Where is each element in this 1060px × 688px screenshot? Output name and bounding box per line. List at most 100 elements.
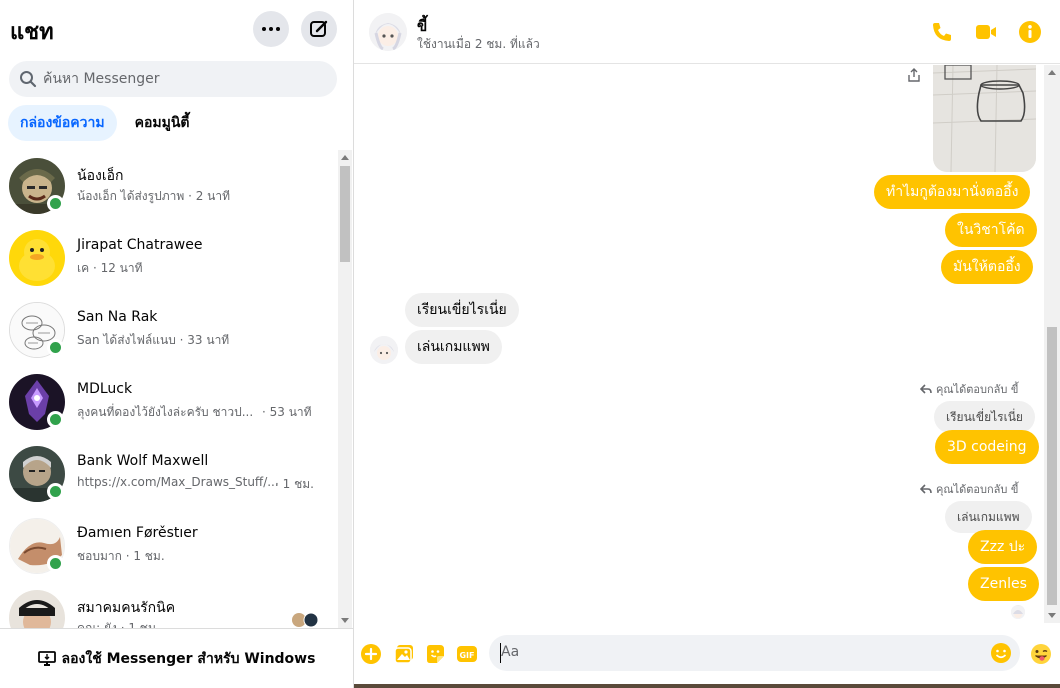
online-indicator [47,483,64,500]
reply-indicator: คุณได้ตอบกลับ ขี้ [920,380,1018,398]
conversation-item[interactable]: Đamıen Førěstıer ชอบมาก · 1 ชม. [0,510,338,582]
message-bubble-outgoing[interactable]: Zzz ปะ [968,530,1038,564]
conversation-time: · 1 ชม. [275,477,314,491]
conversation-preview: น้องเอ็ก ได้ส่งรูปภาพ · 2 นาที [77,189,231,203]
conversation-name: Jirapat Chatrawee [77,237,203,253]
online-indicator [47,339,64,356]
scroll-up-arrow-icon[interactable] [341,155,349,160]
conversation-item[interactable]: Bank Wolf Maxwell https://x.com/Max_Draw… [0,438,338,510]
attach-photo-button[interactable] [393,643,415,665]
conversation-list: น้องเอ็ก น้องเอ็ก ได้ส่งรูปภาพ · 2 นาที … [0,150,338,628]
new-message-button[interactable] [301,11,337,47]
quick-reaction-button[interactable] [1030,643,1052,665]
conversation-name: San Na Rak [77,309,158,325]
info-icon [1019,21,1041,43]
conversation-preview: เค · 12 นาที [77,261,143,275]
conversation-item[interactable]: San Na Rak San ได้ส่งไฟล์แนบ · 33 นาที [0,294,338,366]
seen-receipt-avatar [1011,605,1025,619]
message-bubble-outgoing[interactable]: ทำไมกูต้องมานั่งตออึ้ง [874,175,1031,209]
reply-arrow-icon [920,384,932,394]
try-windows-app-link[interactable]: ลองใช้ Messenger สำหรับ Windows [0,628,353,688]
video-call-button[interactable] [974,20,998,44]
conversation-name: Bank Wolf Maxwell [77,453,209,469]
message-bubble-outgoing[interactable]: มันให้ตออึ้ง [941,250,1033,284]
tab-communities[interactable]: คอมมูนิตี้ [123,105,202,141]
tab-inbox[interactable]: กล่องข้อความ [8,105,117,141]
conversation-item[interactable]: MDLuck ลุงคนที่ดองไว้ยังไงล่ะครับ ชาวป..… [0,366,338,438]
contact-status: ใช้งานเมื่อ 2 ชม. ที่แล้ว [417,37,540,51]
conversation-preview: คุณ: ยัง · 1 ชม. [77,621,160,628]
conversation-time: · 53 นาที [262,405,312,419]
gif-button[interactable]: GIF [456,643,478,665]
conversation-item[interactable]: Jirapat Chatrawee เค · 12 นาที [0,222,338,294]
more-dots-icon [262,27,280,31]
message-composer: GIF [354,623,1060,688]
conversation-name: น้องเอ็ก [77,168,124,184]
more-options-button[interactable] [253,11,289,47]
quoted-message[interactable]: เรียนเขี่ยไรเนี่ย [934,401,1035,433]
message-thread: ทำไมกูต้องมานั่งตออึ้ง ในวิชาโค้ด มันให้… [354,65,1044,623]
message-bubble-incoming[interactable]: เล่นเกมแพพ [405,330,502,364]
search-input[interactable] [43,71,313,87]
share-icon[interactable] [907,67,921,82]
conversation-preview: San ได้ส่งไฟล์แนบ · 33 นาที [77,333,230,347]
conversation-preview: ชอบมาก · 1 ชม. [77,549,165,563]
sidebar-title: แชท [10,20,54,45]
search-icon [20,71,37,88]
gif-icon: GIF [457,646,477,662]
plus-circle-icon [361,644,381,664]
search-box[interactable] [9,61,337,97]
conversation-info-button[interactable] [1018,20,1042,44]
more-actions-button[interactable] [360,643,382,665]
chat-panel: ขี้ ใช้งานเมื่อ 2 ชม. ที่แล้ว ทำไมกูต้อง… [354,0,1060,688]
quoted-message[interactable]: เล่นเกมแพพ [945,501,1032,533]
contact-avatar[interactable] [369,13,407,51]
reply-arrow-icon [920,484,932,494]
desktop-edge [354,684,1060,688]
message-input[interactable] [501,644,971,660]
sticker-button[interactable] [424,643,446,665]
conversation-preview: ลุงคนที่ดองไว้ยังไงล่ะครับ ชาวป... [77,405,254,419]
scrollbar-thumb[interactable] [1047,327,1057,605]
contact-avatar-small [370,336,398,364]
voice-call-button[interactable] [930,20,954,44]
online-indicator [47,195,64,212]
seen-avatars [291,612,321,628]
message-bubble-outgoing[interactable]: ในวิชาโค้ด [945,213,1037,247]
conversation-name: MDLuck [77,381,133,397]
conversation-name: Đamıen Førěstıer [77,525,198,541]
chat-header: ขี้ ใช้งานเมื่อ 2 ชม. ที่แล้ว [354,0,1060,64]
monitor-icon [37,650,56,666]
video-camera-icon [976,25,996,39]
message-bubble-outgoing[interactable]: Zenles [968,567,1039,601]
avatar [9,590,65,628]
conversation-item[interactable]: น้องเอ็ก น้องเอ็ก ได้ส่งรูปภาพ · 2 นาที [0,150,338,222]
scroll-down-arrow-icon[interactable] [1048,613,1056,618]
winking-tongue-emoji-icon [1031,644,1051,664]
message-bubble-incoming[interactable]: เรียนเขี่ยไรเนี่ย [405,293,519,327]
messenger-window: แชท กล่องข้อความ คอมมูนิตี้ [0,0,1060,688]
emoji-picker-button[interactable] [990,642,1012,664]
scroll-up-arrow-icon[interactable] [1048,70,1056,75]
footer-label: ลองใช้ Messenger สำหรับ Windows [61,650,316,667]
scrollbar-thumb[interactable] [340,166,350,262]
compose-icon [310,20,328,37]
sidebar: แชท กล่องข้อความ คอมมูนิตี้ [0,0,354,688]
conversation-preview: https://x.com/Max_Draws_Stuff/... [77,475,279,489]
reply-indicator: คุณได้ตอบกลับ ขี้ [920,480,1018,498]
sidebar-scrollbar[interactable] [338,150,352,628]
scroll-down-arrow-icon[interactable] [341,618,349,623]
conversation-name: สมาคมคนรักนิค [77,600,176,616]
online-indicator [47,555,64,572]
message-bubble-outgoing[interactable]: 3D codeing [935,430,1039,464]
smiley-icon [991,643,1011,663]
sent-photo[interactable] [933,65,1036,172]
inbox-tabs: กล่องข้อความ คอมมูนิตี้ [8,105,208,141]
message-input-box[interactable] [489,635,1020,671]
phone-icon [933,23,951,41]
sticker-icon [427,645,444,663]
conversation-item[interactable]: สมาคมคนรักนิค คุณ: ยัง · 1 ชม. [0,582,338,628]
online-indicator [47,411,64,428]
chat-scrollbar[interactable] [1044,65,1060,623]
image-icon [394,645,413,664]
